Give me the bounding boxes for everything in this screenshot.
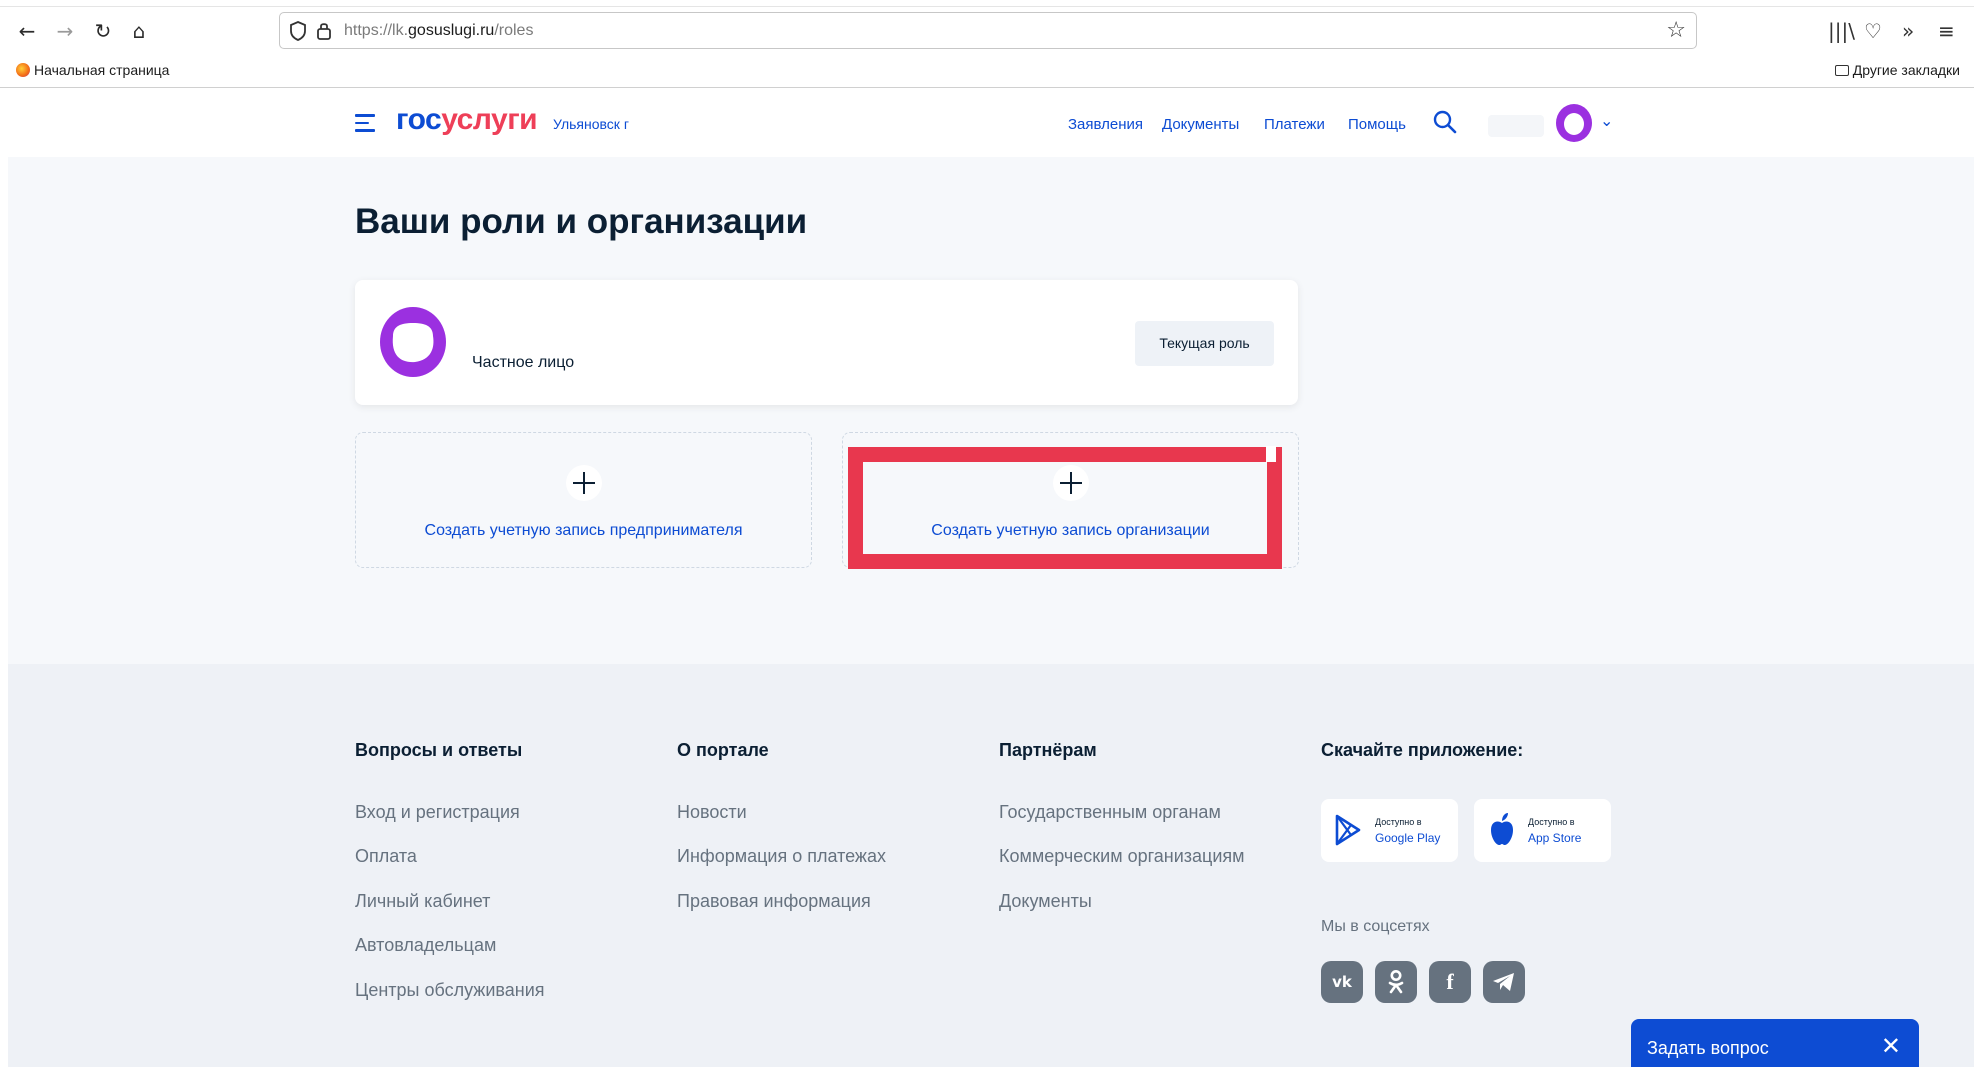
plus-icon [565, 465, 602, 501]
footer-link-car-owners[interactable]: Автовладельцам [355, 935, 496, 956]
page: госуслуги Ульяновск г Заявления Документ… [8, 89, 1974, 1067]
close-icon[interactable]: ✕ [1881, 1032, 1901, 1060]
logo-part-uslugi: услуги [441, 103, 538, 136]
url-path: /roles [494, 22, 534, 39]
logo-part-gos: гос [396, 103, 442, 136]
url-prefix: https://lk. [344, 22, 409, 39]
footer-link-login[interactable]: Вход и регистрация [355, 802, 520, 823]
footer-link-documents[interactable]: Документы [999, 891, 1092, 912]
highlight-frame [848, 447, 1282, 569]
nav-documents[interactable]: Документы [1162, 116, 1239, 133]
footer-link-service-centers[interactable]: Центры обслуживания [355, 980, 545, 1001]
footer-link-cabinet[interactable]: Личный кабинет [355, 891, 490, 912]
apple-icon [1491, 813, 1513, 845]
avatar[interactable] [1554, 103, 1594, 143]
back-icon[interactable]: ← [14, 18, 40, 44]
ask-question-widget[interactable]: Задать вопрос ✕ [1631, 1019, 1919, 1067]
bookmark-other-label: Другие закладки [1852, 62, 1960, 78]
google-play-label: Google Play [1375, 831, 1441, 845]
gosuslugi-logo[interactable]: госуслуги [396, 103, 538, 137]
chevron-down-icon[interactable]: ⌄ [1600, 111, 1613, 130]
url-domain: gosuslugi.ru [408, 22, 495, 39]
pocket-icon[interactable]: ♡ [1864, 18, 1882, 44]
lock-icon[interactable] [315, 20, 333, 42]
ask-question-label: Задать вопрос [1647, 1038, 1769, 1058]
shield-icon[interactable] [288, 20, 308, 42]
site-footer: Вопросы и ответы Вход и регистрация Опла… [8, 664, 1974, 1067]
footer-about-title: О портале [677, 740, 769, 760]
bookmarks-bar: Начальная страница Другие закладки [0, 58, 1974, 86]
footer-link-payment[interactable]: Оплата [355, 846, 417, 867]
bookmark-home[interactable]: Начальная страница [16, 62, 169, 78]
google-play-icon [1335, 814, 1361, 846]
burger-menu-icon[interactable] [355, 114, 375, 132]
social-label: Мы в соцсетях [1321, 918, 1430, 935]
create-entrepreneur-label: Создать учетную запись предпринимателя [424, 522, 743, 539]
app-store-label: App Store [1528, 831, 1582, 845]
app-store-badge[interactable]: Доступно в App Store [1474, 799, 1611, 862]
role-card-private[interactable]: Частное лицо Текущая роль [355, 280, 1298, 405]
site-header: госуслуги Ульяновск г Заявления Документ… [8, 89, 1974, 157]
footer-link-payment-info[interactable]: Информация о платежах [677, 846, 886, 867]
url-text[interactable]: https://lk.gosuslugi.ru/roles [344, 22, 533, 40]
folder-icon [1834, 65, 1849, 76]
firefox-icon [16, 63, 30, 77]
role-avatar [380, 307, 446, 377]
overflow-icon[interactable]: » [1902, 18, 1914, 44]
page-title: Ваши роли и организации [355, 202, 808, 241]
vk-icon[interactable]: vk [1321, 961, 1363, 1003]
create-entrepreneur-card[interactable]: Создать учетную запись предпринимателя [355, 432, 812, 568]
reload-icon[interactable]: ↻ [90, 18, 116, 44]
footer-link-legal[interactable]: Правовая информация [677, 891, 871, 912]
google-play-badge[interactable]: Доступно в Google Play [1321, 799, 1458, 862]
library-icon[interactable]: |||\ [1828, 18, 1855, 44]
region-selector[interactable]: Ульяновск г [553, 116, 629, 132]
footer-faq-title: Вопросы и ответы [355, 740, 523, 760]
telegram-icon[interactable] [1483, 961, 1525, 1003]
menu-icon[interactable]: ≡ [1938, 18, 1955, 44]
forward-icon[interactable]: → [52, 18, 78, 44]
address-bar[interactable]: https://lk.gosuslugi.ru/roles ☆ [279, 12, 1697, 49]
facebook-icon[interactable]: f [1429, 961, 1471, 1003]
highlight-gap [1266, 446, 1276, 462]
footer-link-commercial[interactable]: Коммерческим организациям [999, 846, 1245, 867]
google-play-small: Доступно в [1375, 817, 1422, 827]
tab-strip [0, 0, 1974, 7]
role-name: Частное лицо [472, 354, 575, 371]
nav-payments[interactable]: Платежи [1264, 116, 1325, 133]
user-name-placeholder[interactable] [1488, 115, 1544, 137]
bookmark-other[interactable]: Другие закладки [1834, 62, 1960, 78]
browser-chrome: ← → ↻ ⌂ https://lk.gosuslugi.ru/roles ☆ … [0, 0, 1974, 88]
footer-app-title: Скачайте приложение: [1321, 740, 1524, 760]
ok-icon[interactable] [1375, 961, 1417, 1003]
footer-partners-title: Партнёрам [999, 740, 1097, 760]
nav-help[interactable]: Помощь [1348, 116, 1406, 133]
bookmark-star-icon[interactable]: ☆ [1666, 18, 1686, 43]
nav-applications[interactable]: Заявления [1068, 116, 1143, 133]
footer-link-gov[interactable]: Государственным органам [999, 802, 1221, 823]
bookmark-home-label: Начальная страница [34, 62, 170, 78]
search-icon[interactable] [1432, 109, 1458, 135]
footer-link-news[interactable]: Новости [677, 802, 747, 823]
home-icon[interactable]: ⌂ [126, 18, 152, 44]
current-role-button[interactable]: Текущая роль [1135, 321, 1274, 366]
app-store-small: Доступно в [1528, 817, 1575, 827]
